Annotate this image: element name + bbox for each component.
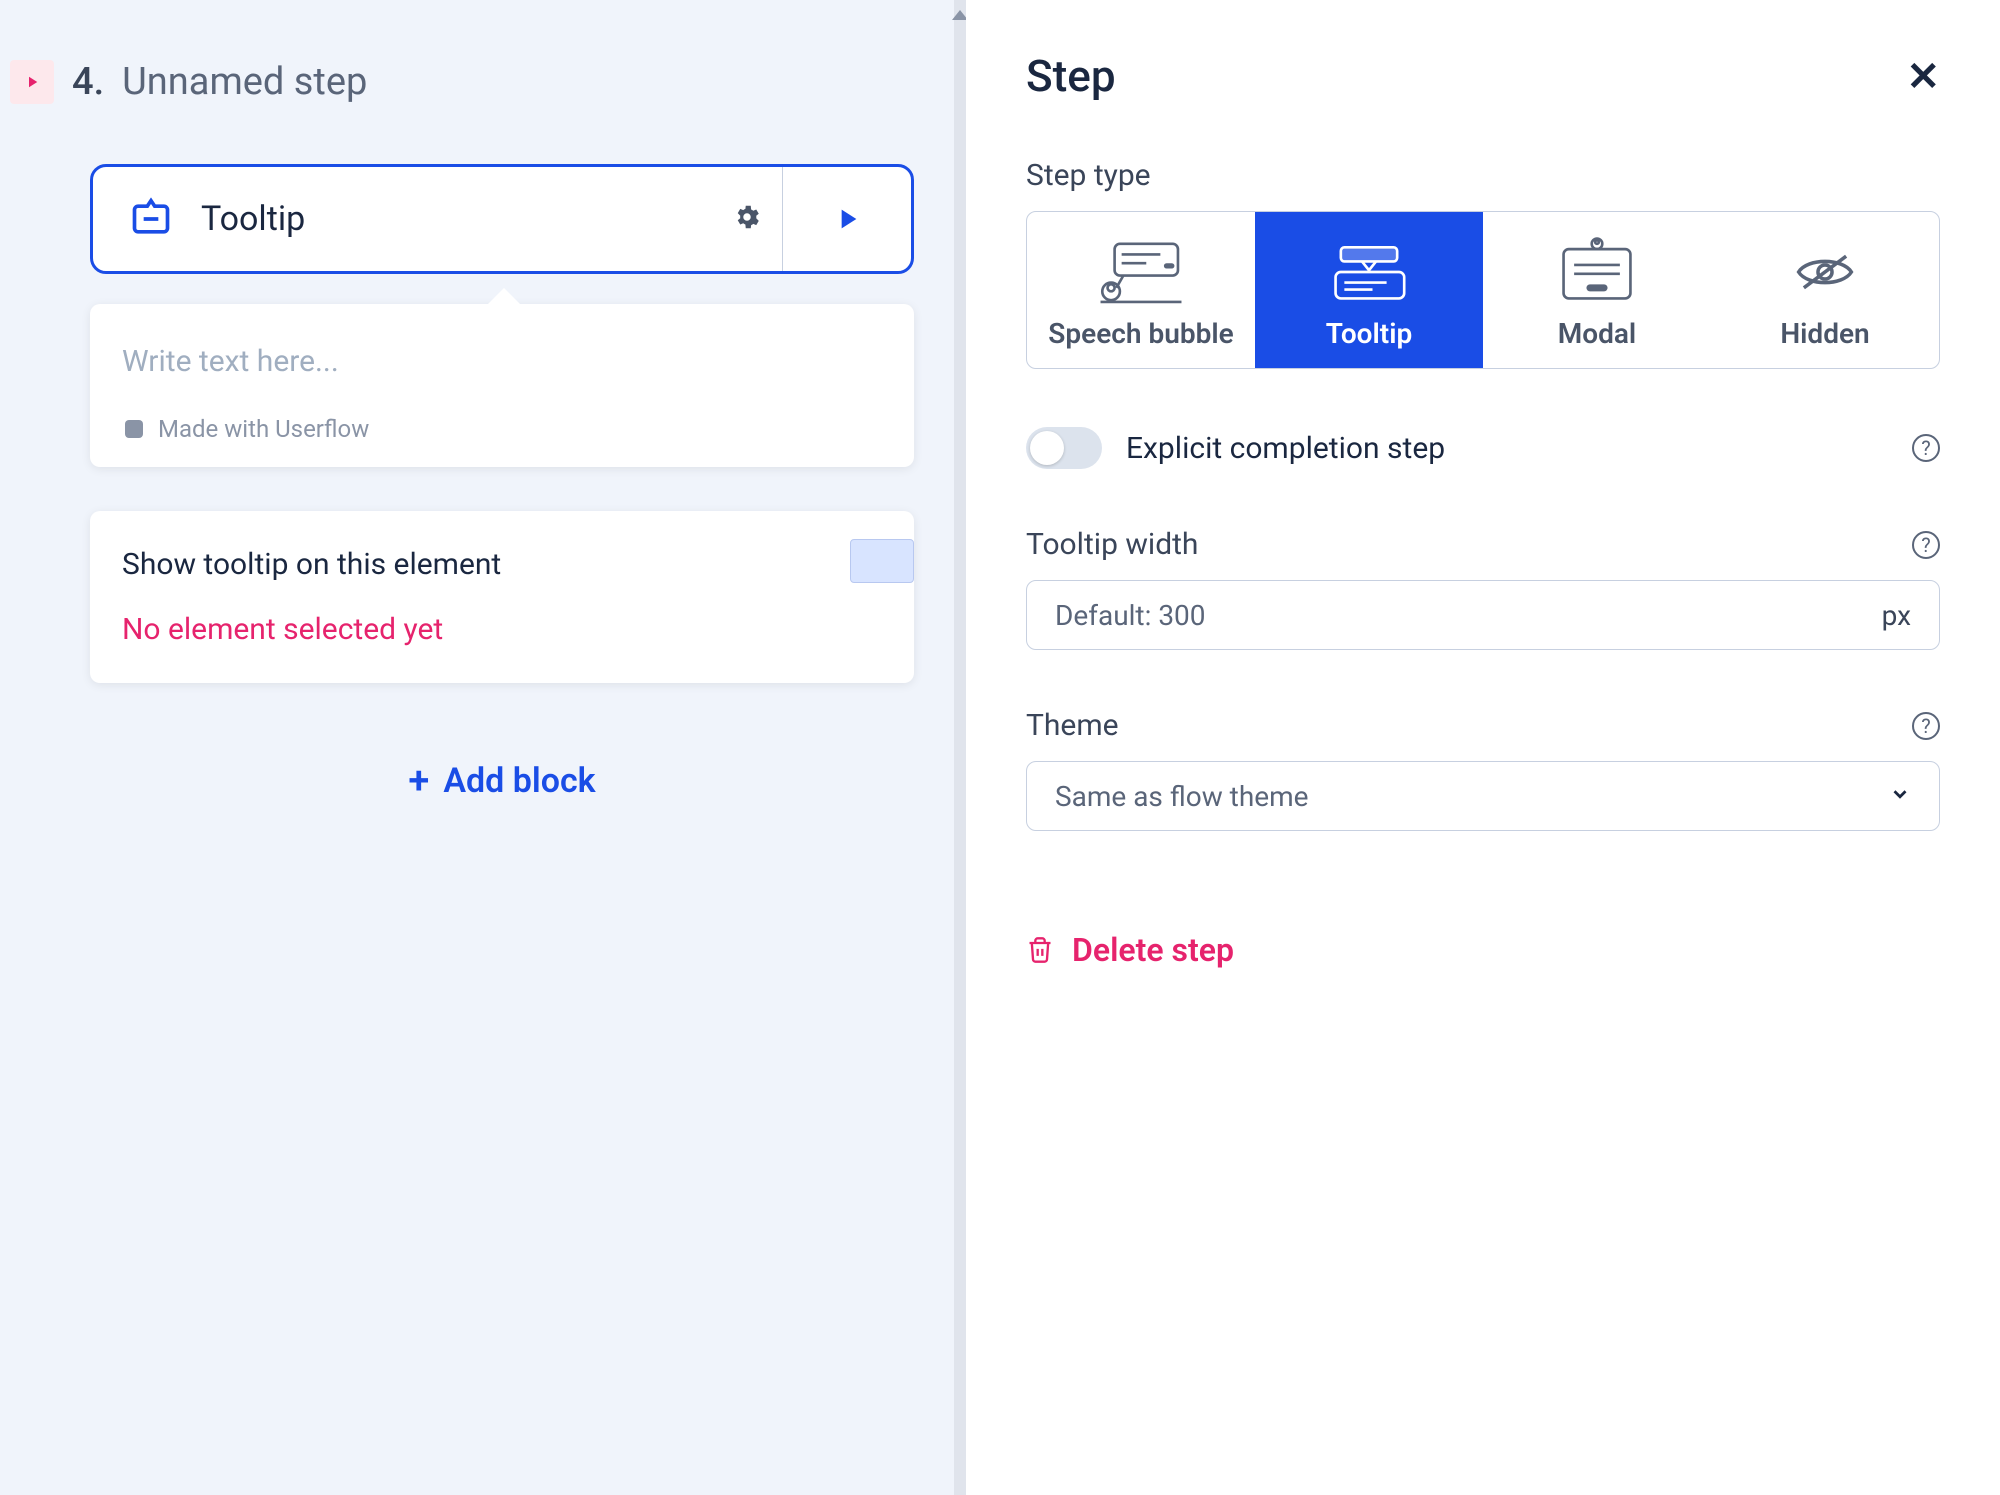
tooltip-width-unit: px [1882,599,1911,632]
step-type-speech-bubble[interactable]: Speech bubble [1027,212,1255,368]
step-arrow-icon [10,60,54,104]
settings-button[interactable] [712,182,782,256]
close-button[interactable]: ✕ [1906,53,1940,100]
step-type-selector: Speech bubble Tooltip Modal [1026,211,1940,369]
width-help-icon[interactable]: ? [1912,531,1940,559]
delete-step-label: Delete step [1072,931,1234,969]
gear-icon [732,202,762,232]
tooltip-width-input[interactable] [1055,599,1882,632]
completion-help-icon[interactable]: ? [1912,434,1940,462]
play-button[interactable] [782,167,911,271]
step-type-hidden[interactable]: Hidden [1711,212,1939,368]
userflow-icon [122,417,146,441]
right-panel: Step ✕ Step type Speech bubble [966,0,2000,1495]
theme-select[interactable]: Same as flow theme [1026,761,1940,831]
theme-help-icon[interactable]: ? [1912,712,1940,740]
plus-icon: + [408,759,429,803]
panel-divider[interactable] [954,0,966,1495]
trash-icon [1026,936,1054,964]
step-number: 4. [72,60,104,104]
element-placeholder-icon [850,539,914,583]
tooltip-block[interactable]: Tooltip [90,164,914,274]
add-block-label: Add block [443,761,595,801]
theme-label: Theme [1026,708,1119,743]
made-with-label: Made with Userflow [158,415,369,443]
add-block-button[interactable]: + Add block [90,739,914,823]
step-type-tooltip-label: Tooltip [1326,318,1412,350]
hidden-icon [1781,236,1869,308]
panel-title: Step [1026,50,1116,102]
step-type-speech-label: Speech bubble [1048,318,1233,350]
tooltip-icon [129,197,173,241]
step-header: 4. Unnamed step [10,60,914,104]
tooltip-label: Tooltip [201,199,305,239]
delete-step-button[interactable]: Delete step [1026,931,1940,969]
tooltip-type-icon [1325,236,1413,308]
modal-icon [1553,236,1641,308]
step-type-hidden-label: Hidden [1780,318,1869,350]
step-type-modal-label: Modal [1558,318,1636,350]
tooltip-preview[interactable]: Write text here... Made with Userflow [90,304,914,467]
tooltip-width-input-wrapper: px [1026,580,1940,650]
element-block[interactable]: Show tooltip on this element No element … [90,511,914,683]
step-type-modal[interactable]: Modal [1483,212,1711,368]
close-icon: ✕ [1906,53,1940,100]
theme-value: Same as flow theme [1055,780,1309,813]
step-title: Unnamed step [122,60,367,104]
chevron-down-icon [1889,783,1911,809]
play-icon [831,203,863,235]
element-warning: No element selected yet [122,612,882,647]
preview-placeholder: Write text here... [122,344,882,379]
preview-footer: Made with Userflow [122,415,882,443]
tooltip-width-label: Tooltip width [1026,527,1198,562]
completion-toggle[interactable] [1026,427,1102,469]
speech-bubble-icon [1097,236,1185,308]
left-panel: 4. Unnamed step Tooltip Write text here.… [0,0,954,1495]
step-type-label: Step type [1026,158,1940,193]
step-type-tooltip[interactable]: Tooltip [1255,212,1483,368]
completion-label: Explicit completion step [1126,431,1445,466]
element-label: Show tooltip on this element [122,547,882,582]
